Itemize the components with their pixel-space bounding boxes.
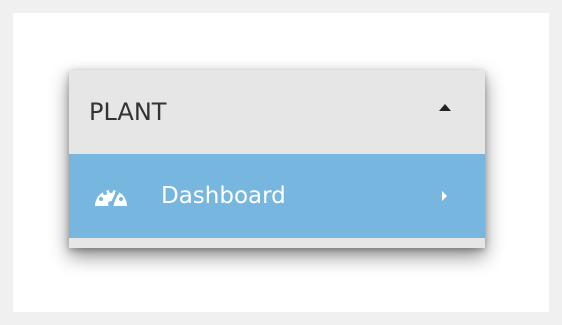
caret-right-icon — [442, 191, 447, 201]
menu-item-label: Dashboard — [161, 183, 286, 209]
dashboard-gauge-icon — [95, 189, 127, 208]
menu-item-dashboard[interactable]: Dashboard — [69, 154, 485, 238]
navigation-panel: PLANT Dashboard — [69, 70, 485, 248]
panel-title: PLANT — [89, 98, 167, 126]
panel-footer — [69, 238, 485, 248]
page-canvas: PLANT Dashboard — [13, 13, 549, 312]
caret-up-icon[interactable] — [439, 104, 451, 111]
panel-header-plant[interactable]: PLANT — [69, 70, 485, 154]
